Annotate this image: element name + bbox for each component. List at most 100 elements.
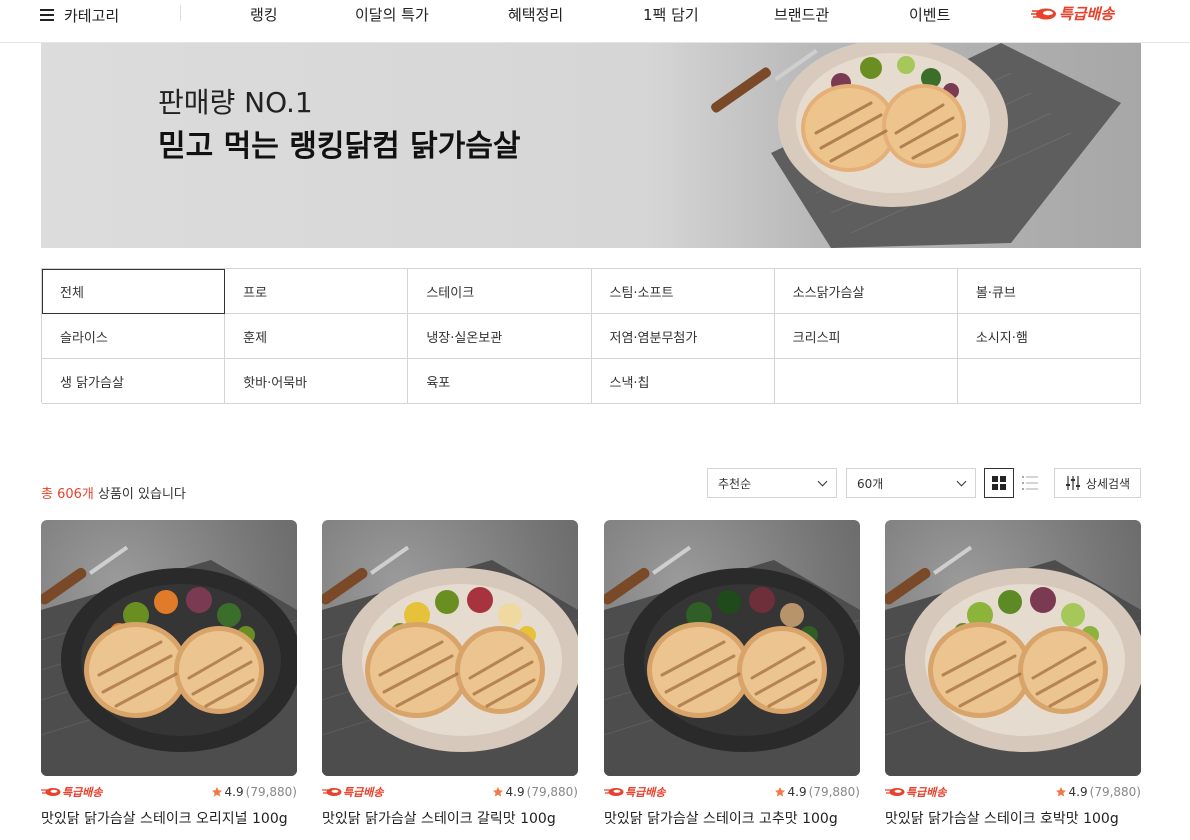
product-count: 총 606개 상품이 있습니다	[41, 483, 186, 502]
express-delivery-nav[interactable]: 특급배송	[1031, 3, 1114, 24]
star-icon	[1055, 787, 1066, 797]
per-page-select[interactable]: 60개	[846, 468, 976, 498]
top-nav: 카테고리 랭킹 이달의 특가 혜택정리 1팩 담기 브랜드관 이벤트 특급배송	[0, 0, 1190, 43]
category-filter-2[interactable]: 스테이크	[408, 269, 592, 314]
category-filter-9[interactable]: 저염·염분무첨가	[591, 314, 775, 359]
star-icon	[211, 787, 222, 797]
category-filter-label: 육포	[426, 375, 451, 391]
product-name[interactable]: 맛있닭 닭가슴살 스테이크 오리지널 100g	[41, 808, 297, 828]
category-filter-10[interactable]: 크리스피	[774, 314, 958, 359]
product-rating: 4.9 (79,880)	[492, 785, 578, 799]
product-card[interactable]: 특급배송 4.9 (79,880) 맛있닭 닭가슴살 스테이크 호박맛 100g	[885, 520, 1141, 828]
product-photo	[885, 545, 1141, 776]
review-count: (79,880)	[808, 785, 860, 799]
product-meta: 특급배송 4.9 (79,880)	[322, 784, 578, 800]
star-icon	[774, 787, 785, 797]
category-filter-label: 냉장·실온보관	[426, 330, 503, 346]
nav-item-ranking[interactable]: 랭킹	[250, 4, 278, 26]
category-filter-label: 스낵·칩	[609, 375, 650, 391]
express-badge-label: 특급배송	[625, 786, 666, 799]
category-filter-13[interactable]: 핫바·어묵바	[225, 359, 409, 404]
category-filter-3[interactable]: 스팀·소프트	[591, 269, 775, 314]
per-page-select-value: 60개	[857, 476, 884, 491]
category-filter-empty	[774, 359, 958, 404]
sort-select-value: 추천순	[718, 476, 752, 491]
category-filter-label: 슬라이스	[60, 330, 108, 346]
express-truck-icon	[41, 788, 61, 796]
detail-search-label: 상세검색	[1085, 476, 1131, 491]
category-filter-7[interactable]: 훈제	[225, 314, 409, 359]
product-image[interactable]	[41, 520, 297, 776]
nav-item-one-pack[interactable]: 1팩 담기	[643, 4, 699, 26]
category-filter-5[interactable]: 볼·큐브	[957, 269, 1141, 314]
category-filter-8[interactable]: 냉장·실온보관	[408, 314, 592, 359]
product-image[interactable]	[322, 520, 578, 776]
category-filter-grid: 전체 프로 스테이크 스팀·소프트 소스닭가슴살 볼·큐브슬라이스 훈제 냉장·실온보관 저염·…	[41, 268, 1141, 404]
product-rating: 4.9 (79,880)	[774, 785, 860, 799]
express-badge-label: 특급배송	[906, 786, 947, 799]
nav-divider	[180, 5, 181, 21]
category-filter-4[interactable]: 소스닭가슴살	[774, 269, 958, 314]
category-filter-1[interactable]: 프로	[225, 269, 409, 314]
express-badge: 특급배송	[885, 784, 946, 800]
category-filter-label: 소시지·햄	[975, 330, 1028, 346]
category-filter-label: 스팀·소프트	[609, 285, 674, 301]
grid-view-icon	[992, 476, 1006, 490]
express-truck-icon	[1031, 8, 1056, 19]
category-filter-label: 저염·염분무첨가	[609, 330, 698, 346]
product-rating: 4.9 (79,880)	[211, 785, 297, 799]
review-count: (79,880)	[245, 785, 297, 799]
express-badge: 특급배송	[322, 784, 383, 800]
product-count-number: 총 606개	[41, 487, 94, 502]
list-view-button[interactable]	[1015, 468, 1045, 498]
category-filter-0[interactable]: 전체	[42, 269, 226, 314]
star-icon	[492, 787, 503, 797]
category-filter-14[interactable]: 육포	[408, 359, 592, 404]
category-filter-label: 스테이크	[426, 285, 475, 301]
category-filter-12[interactable]: 생 닭가슴살	[42, 359, 226, 404]
nav-item-benefits[interactable]: 혜택정리	[508, 4, 563, 26]
category-menu-button[interactable]: 카테고리	[40, 4, 119, 26]
product-card[interactable]: 특급배송 4.9 (79,880) 맛있닭 닭가슴살 스테이크 갈릭맛 100g	[322, 520, 578, 828]
rating-score: 4.9	[787, 785, 807, 799]
review-count: (79,880)	[526, 785, 578, 799]
banner-title: 믿고 먹는 랭킹닭컴 닭가슴살	[158, 129, 521, 164]
product-name[interactable]: 맛있닭 닭가슴살 스테이크 갈릭맛 100g	[322, 808, 578, 828]
product-card[interactable]: 특급배송 4.9 (79,880) 맛있닭 닭가슴살 스테이크 고추맛 100g	[604, 520, 860, 828]
product-photo	[322, 545, 578, 776]
product-name[interactable]: 맛있닭 닭가슴살 스테이크 호박맛 100g	[885, 808, 1141, 828]
category-filter-label: 소스닭가슴살	[792, 285, 865, 301]
product-name[interactable]: 맛있닭 닭가슴살 스테이크 고추맛 100g	[604, 808, 860, 828]
express-truck-icon	[885, 788, 905, 796]
express-delivery-label: 특급배송	[1059, 5, 1115, 23]
hero-banner[interactable]: 판매량 NO.1 믿고 먹는 랭킹닭컴 닭가슴살	[41, 43, 1141, 248]
nav-item-brands[interactable]: 브랜드관	[774, 4, 829, 26]
detail-search-button[interactable]: 상세검색	[1054, 468, 1141, 498]
banner-subtitle: 판매량 NO.1	[158, 86, 313, 119]
category-filter-6[interactable]: 슬라이스	[42, 314, 226, 359]
category-filter-empty	[957, 359, 1141, 404]
product-image[interactable]	[885, 520, 1141, 776]
product-photo	[604, 545, 860, 776]
category-menu-label: 카테고리	[64, 6, 120, 25]
nav-item-monthly-deal[interactable]: 이달의 특가	[355, 4, 429, 26]
category-filter-label: 프로	[243, 285, 268, 301]
product-count-suffix: 상품이 있습니다	[93, 487, 186, 502]
category-filter-label: 볼·큐브	[975, 285, 1016, 301]
category-filter-label: 크리스피	[792, 330, 841, 346]
chevron-down-icon	[817, 476, 828, 486]
sort-select[interactable]: 추천순	[707, 468, 837, 498]
product-image[interactable]	[604, 520, 860, 776]
category-filter-11[interactable]: 소시지·햄	[957, 314, 1141, 359]
product-card[interactable]: 특급배송 4.9 (79,880) 맛있닭 닭가슴살 스테이크 오리지널 100…	[41, 520, 297, 828]
product-meta: 특급배송 4.9 (79,880)	[604, 784, 860, 800]
category-filter-label: 핫바·어묵바	[243, 375, 308, 391]
list-view-icon	[1022, 476, 1038, 490]
nav-item-events[interactable]: 이벤트	[909, 4, 950, 26]
chevron-down-icon	[956, 476, 967, 486]
product-meta: 특급배송 4.9 (79,880)	[41, 784, 297, 800]
category-filter-15[interactable]: 스낵·칩	[591, 359, 775, 404]
category-filter-label: 전체	[60, 285, 84, 301]
grid-view-button[interactable]	[984, 468, 1014, 498]
express-badge: 특급배송	[41, 784, 102, 800]
